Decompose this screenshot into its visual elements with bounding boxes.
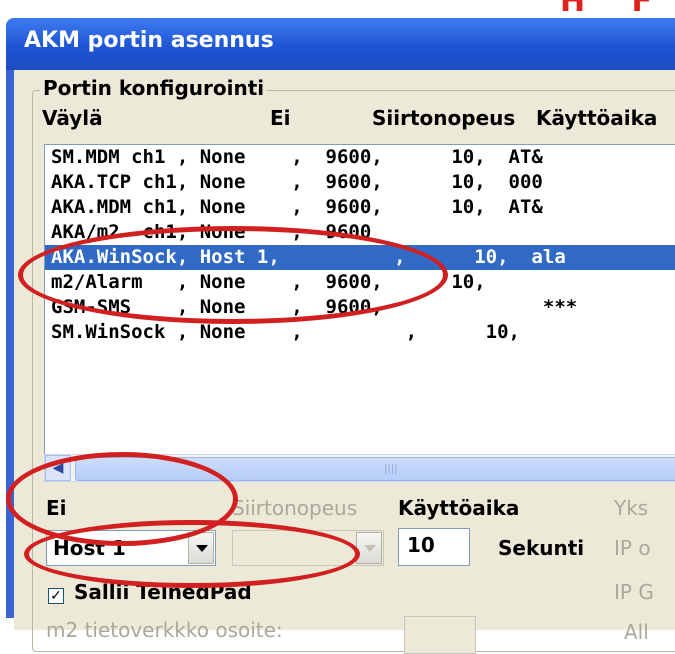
yks-label: Yks bbox=[614, 496, 649, 520]
list-item[interactable]: SM.MDM ch1 , None , 9600, 10, AT& bbox=[45, 145, 675, 170]
kayttoaika-input[interactable]: 10 bbox=[398, 528, 470, 566]
title-bar[interactable]: AKM portin asennus bbox=[6, 18, 675, 70]
column-header-vayla[interactable]: Väylä bbox=[42, 106, 103, 130]
highlight-ellipse-checkbox bbox=[24, 520, 360, 588]
list-item[interactable]: AKA.MDM ch1, None , 9600, 10, AT& bbox=[45, 195, 675, 220]
group-legend: Portin konfigurointi bbox=[40, 76, 268, 100]
column-header-kayttoaika[interactable]: Käyttöaika bbox=[536, 106, 657, 130]
highlight-ellipse-selected-row bbox=[18, 226, 448, 324]
sekunti-label: Sekunti bbox=[498, 536, 585, 560]
ip-g-label: IP G bbox=[614, 580, 654, 604]
window-title: AKM portin asennus bbox=[24, 28, 274, 53]
list-item[interactable] bbox=[45, 345, 675, 370]
grip-icon: |||| bbox=[384, 464, 398, 475]
all-label: All bbox=[624, 620, 649, 644]
m2-address-input bbox=[404, 616, 476, 654]
list-item[interactable]: AKA.TCP ch1, None , 9600, 10, 000 bbox=[45, 170, 675, 195]
chevron-down-icon bbox=[364, 545, 376, 552]
sallii-telnedpad-checkbox[interactable]: ✓ bbox=[48, 588, 64, 604]
list-item[interactable]: SM.WinSock , None , , 10, bbox=[45, 320, 675, 345]
siirtonopeus-dropdown-button bbox=[356, 532, 382, 564]
column-header-ei[interactable]: Ei bbox=[270, 106, 291, 130]
ip-o-label: IP o bbox=[614, 536, 651, 560]
background-red-text: H F bbox=[560, 0, 671, 19]
siirtonopeus-label: Siirtonopeus bbox=[232, 496, 358, 520]
column-header-siirtonopeus[interactable]: Siirtonopeus bbox=[372, 106, 536, 130]
kayttoaika-label: Käyttöaika bbox=[398, 496, 520, 520]
m2-address-label: m2 tietoverkkko osoite: bbox=[46, 618, 283, 642]
